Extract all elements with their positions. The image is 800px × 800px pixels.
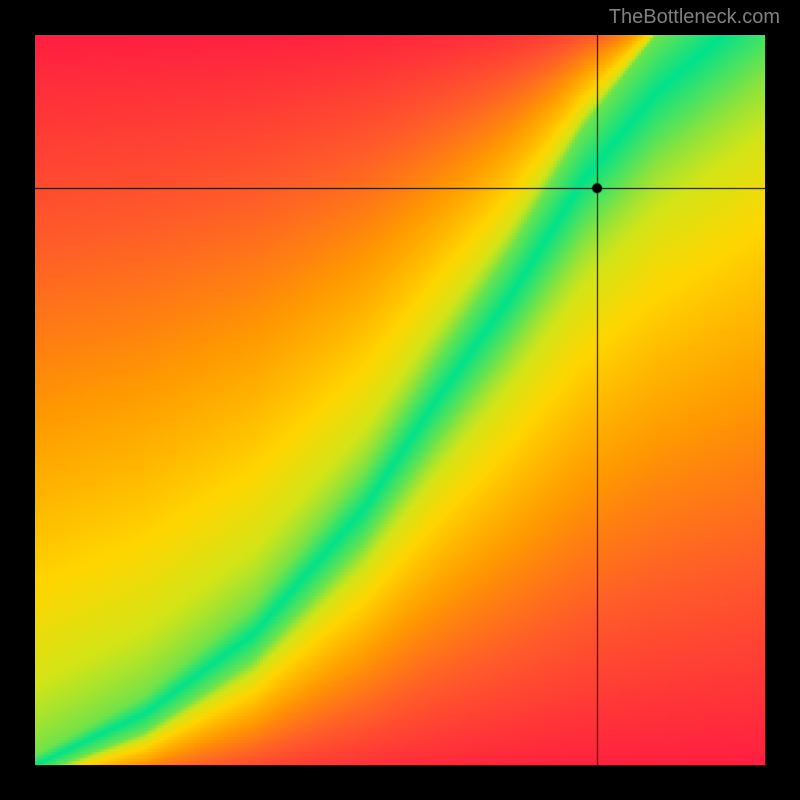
chart-container: TheBottleneck.com — [0, 0, 800, 800]
watermark-text: TheBottleneck.com — [609, 6, 780, 29]
bottleneck-heatmap — [35, 35, 765, 765]
